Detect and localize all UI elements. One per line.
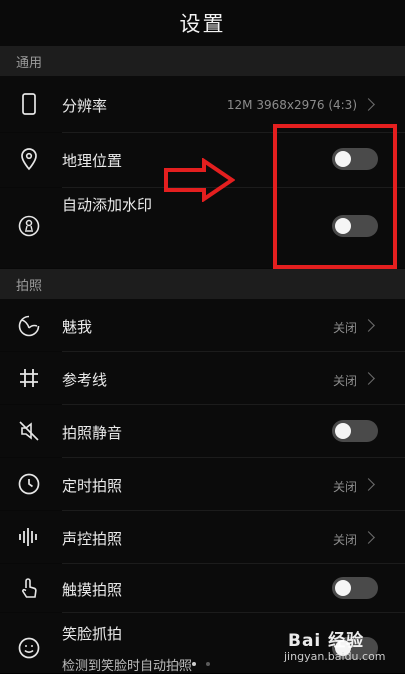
setting-row-beauty[interactable]: 魅我 关闭 [0, 299, 405, 351]
grid-hash-icon [16, 365, 42, 391]
setting-label: 参考线 [62, 371, 108, 389]
app-header: 设置 [0, 0, 405, 46]
setting-label: 声控拍照 [62, 530, 123, 548]
chevron-right-icon [362, 98, 375, 111]
timer-clock-icon [16, 471, 42, 497]
setting-value: 12M 3968x2976 (4:3) [226, 98, 357, 112]
smile-face-icon [16, 635, 42, 661]
watermark-site: jingyan.baidu.com [284, 650, 386, 663]
section-header-general: 通用 [0, 46, 405, 76]
section-title-photo: 拍照 [16, 278, 43, 294]
page-dot [178, 662, 182, 666]
setting-label: 笑脸抓拍 [62, 625, 123, 643]
setting-label: 分辨率 [62, 97, 108, 115]
chevron-right-icon [362, 478, 375, 491]
section-header-photo: 拍照 [0, 269, 405, 299]
phone-outline-icon [16, 91, 42, 117]
baidu-watermark: Bai 经验 jingyan.baidu.com [270, 622, 400, 670]
setting-label: 定时拍照 [62, 477, 123, 495]
setting-row-timer[interactable]: 定时拍照 关闭 [0, 458, 405, 510]
highlight-box [273, 124, 397, 269]
setting-row-gridlines[interactable]: 参考线 关闭 [0, 352, 405, 404]
setting-subtext: 检测到笑脸时自动拍照 [62, 659, 193, 674]
watermark-brand: Bai 经验 [288, 631, 365, 651]
location-pin-icon [16, 146, 42, 172]
setting-value: 关闭 [332, 374, 357, 388]
chevron-right-icon [362, 372, 375, 385]
toggle-knob [335, 580, 351, 596]
setting-row-mute[interactable]: 拍照静音 [0, 405, 405, 457]
section-title-general: 通用 [16, 55, 43, 71]
page-dot-active [192, 662, 196, 666]
mute-toggle[interactable] [332, 420, 378, 442]
setting-value: 关闭 [332, 533, 357, 547]
page-title: 设置 [179, 12, 226, 36]
setting-row-voice[interactable]: 声控拍照 关闭 [0, 511, 405, 563]
touch-finger-icon [16, 575, 42, 601]
setting-label: 魅我 [62, 318, 93, 336]
red-arrow-icon [164, 158, 235, 202]
watermark-stamp-icon [16, 213, 42, 239]
setting-row-touch[interactable]: 触摸拍照 [0, 564, 405, 612]
setting-label: 自动添加水印 [62, 196, 153, 214]
touch-toggle[interactable] [332, 577, 378, 599]
setting-label: 地理位置 [62, 152, 123, 170]
settings-screen: 设置 通用 分辨率 12M 3968x2976 (4:3) 地理位置 自动添加水… [0, 0, 405, 674]
page-indicator [178, 660, 228, 668]
setting-label: 拍照静音 [62, 424, 123, 442]
toggle-knob [335, 423, 351, 439]
chevron-right-icon [362, 319, 375, 332]
setting-label: 触摸拍照 [62, 581, 123, 599]
beauty-face-icon [16, 313, 42, 339]
setting-value: 关闭 [332, 480, 357, 494]
mute-speaker-icon [16, 418, 42, 444]
page-dot [206, 662, 210, 666]
voice-waveform-icon [16, 524, 42, 550]
setting-value: 关闭 [332, 321, 357, 335]
chevron-right-icon [362, 531, 375, 544]
